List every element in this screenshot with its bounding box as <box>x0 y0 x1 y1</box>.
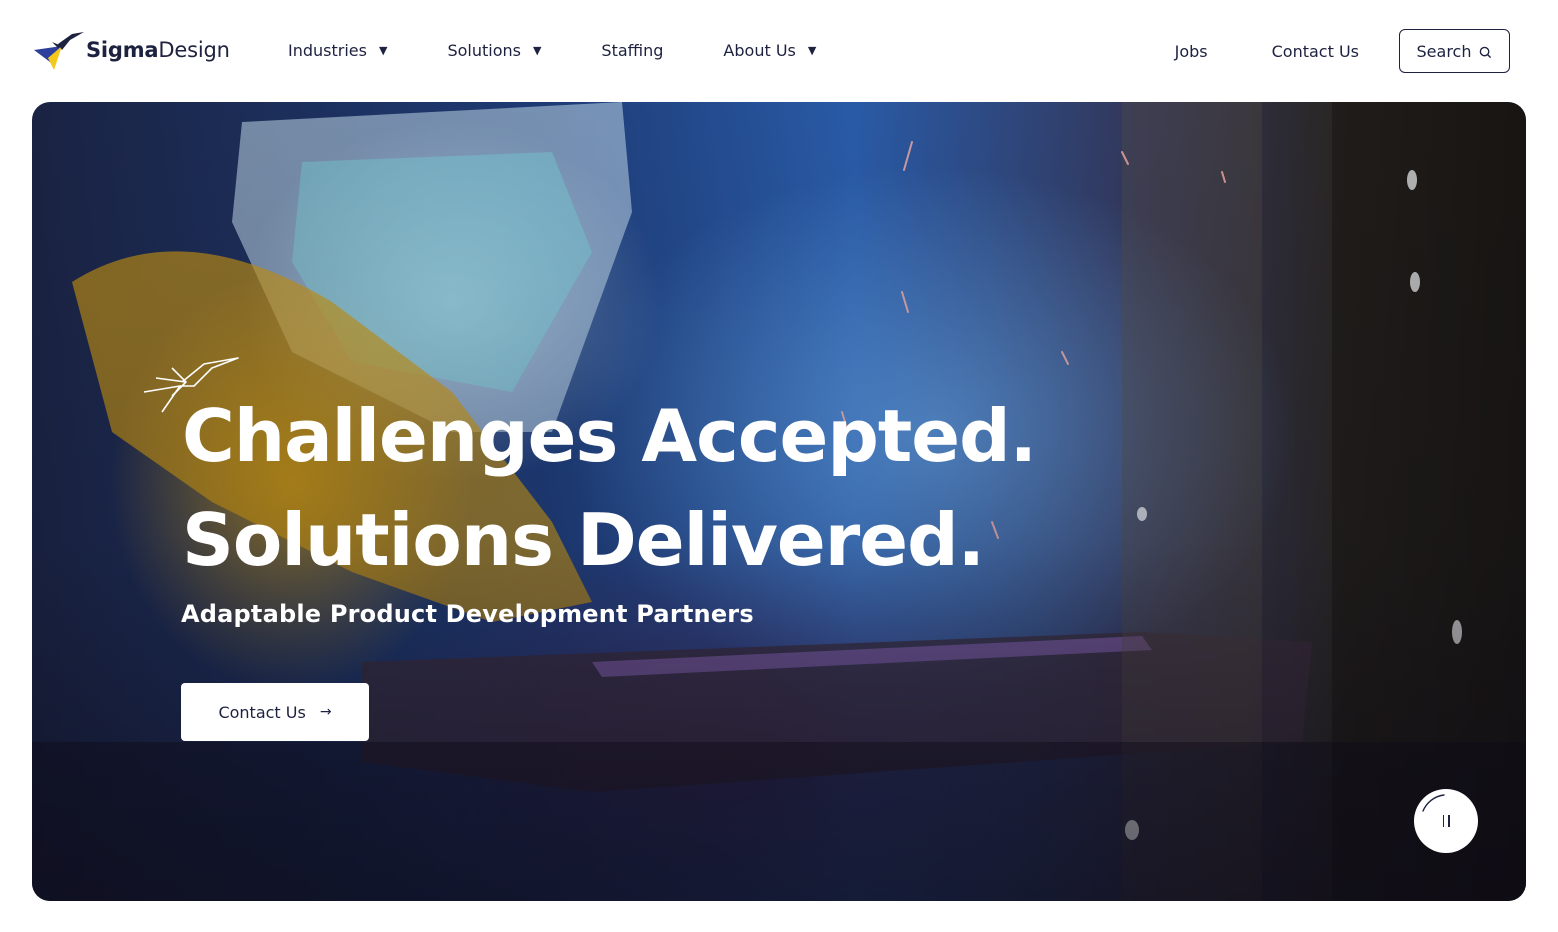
hero-headline-line-2: Solutions Delivered. <box>182 498 985 582</box>
chevron-down-icon: ▼ <box>378 43 388 57</box>
nav-staffing-label: Staffing <box>601 40 664 60</box>
search-icon <box>1480 46 1492 59</box>
logo[interactable]: SigmaDesign <box>32 26 232 74</box>
nav-jobs[interactable]: Jobs <box>1175 42 1208 61</box>
nav-staffing[interactable]: Staffing <box>601 41 663 60</box>
nav-about-us[interactable]: About Us ▼ <box>723 41 816 60</box>
main-nav: Industries ▼ Solutions ▼ Staffing About … <box>288 36 876 64</box>
search-button[interactable]: Search <box>1399 29 1510 73</box>
chevron-down-icon: ▼ <box>532 43 542 57</box>
utility-nav: Jobs Contact Us Search <box>1175 29 1510 73</box>
hero-headline: Challenges Accepted. Solutions Delivered… <box>182 384 1182 592</box>
arrow-right-icon: → <box>319 704 332 720</box>
hero-subheadline: Adaptable Product Development Partners <box>181 600 754 628</box>
nav-contact-us[interactable]: Contact Us <box>1272 42 1359 61</box>
logo-wordmark: SigmaDesign <box>86 38 230 62</box>
site-header: SigmaDesign Industries ▼ Solutions ▼ Sta… <box>0 0 1558 100</box>
nav-industries[interactable]: Industries ▼ <box>288 41 387 60</box>
hero-headline-line-1: Challenges Accepted. <box>182 394 1037 478</box>
hummingbird-logo-icon <box>34 32 84 70</box>
pause-button[interactable] <box>1414 789 1478 853</box>
hero-banner: Challenges Accepted. Solutions Delivered… <box>32 102 1526 901</box>
chevron-down-icon: ▼ <box>807 43 817 57</box>
nav-about-us-label: About Us <box>723 40 796 60</box>
pause-icon <box>1442 815 1450 827</box>
contact-us-button-label: Contact Us <box>218 702 306 722</box>
search-button-label: Search <box>1416 41 1472 61</box>
nav-industries-label: Industries <box>288 40 367 60</box>
contact-us-button[interactable]: Contact Us → <box>181 683 369 741</box>
nav-solutions-label: Solutions <box>447 40 521 60</box>
nav-solutions[interactable]: Solutions ▼ <box>447 41 541 60</box>
